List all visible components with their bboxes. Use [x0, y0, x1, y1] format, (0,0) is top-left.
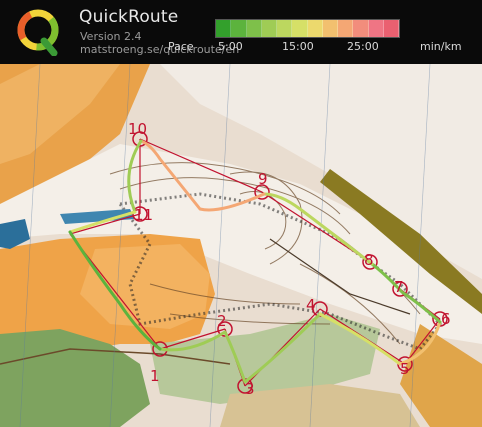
app-title: QuickRoute — [79, 7, 179, 27]
pace-tick-5: 5:00 — [218, 40, 243, 53]
app-url[interactable]: matstroeng.se/quickroute/en — [80, 43, 239, 56]
map-graphics — [0, 64, 482, 427]
quickroute-logo-icon — [17, 9, 59, 56]
pace-scale-cell — [338, 20, 354, 37]
pace-scale-cell — [231, 20, 247, 37]
pace-scale-cell — [216, 20, 232, 37]
control-11: 11 — [134, 206, 154, 224]
control-6: 6 — [441, 310, 451, 328]
pace-scale-cell — [261, 20, 277, 37]
pace-color-scale — [215, 19, 400, 38]
control-5: 5 — [400, 360, 410, 378]
control-8: 8 — [364, 251, 374, 269]
pace-tick-25: 25:00 — [347, 40, 379, 53]
pace-scale-cell — [277, 20, 293, 37]
control-1: 1 — [150, 367, 160, 385]
control-2: 2 — [217, 312, 227, 330]
header-bar: QuickRoute Version 2.4 matstroeng.se/qui… — [0, 0, 482, 64]
control-7: 7 — [394, 278, 404, 296]
app-version: Version 2.4 — [80, 30, 142, 43]
pace-scale-cell — [307, 20, 323, 37]
pace-tick-15: 15:00 — [282, 40, 314, 53]
control-9: 9 — [258, 170, 268, 188]
pace-scale-cell — [292, 20, 308, 37]
control-3: 3 — [245, 380, 255, 398]
control-4: 4 — [306, 296, 316, 314]
control-10: 10 — [128, 120, 148, 138]
pace-scale-cell — [322, 20, 338, 37]
pace-label: Pace — [168, 40, 194, 53]
pace-scale-cell — [368, 20, 384, 37]
orienteering-map[interactable]: 1 2 3 4 5 6 7 8 9 10 11 — [0, 64, 482, 427]
pace-scale-cell — [353, 20, 369, 37]
pace-scale-cell — [383, 20, 399, 37]
pace-scale-cell — [246, 20, 262, 37]
quickroute-window: QuickRoute Version 2.4 matstroeng.se/qui… — [0, 0, 482, 427]
pace-unit: min/km — [420, 40, 462, 53]
